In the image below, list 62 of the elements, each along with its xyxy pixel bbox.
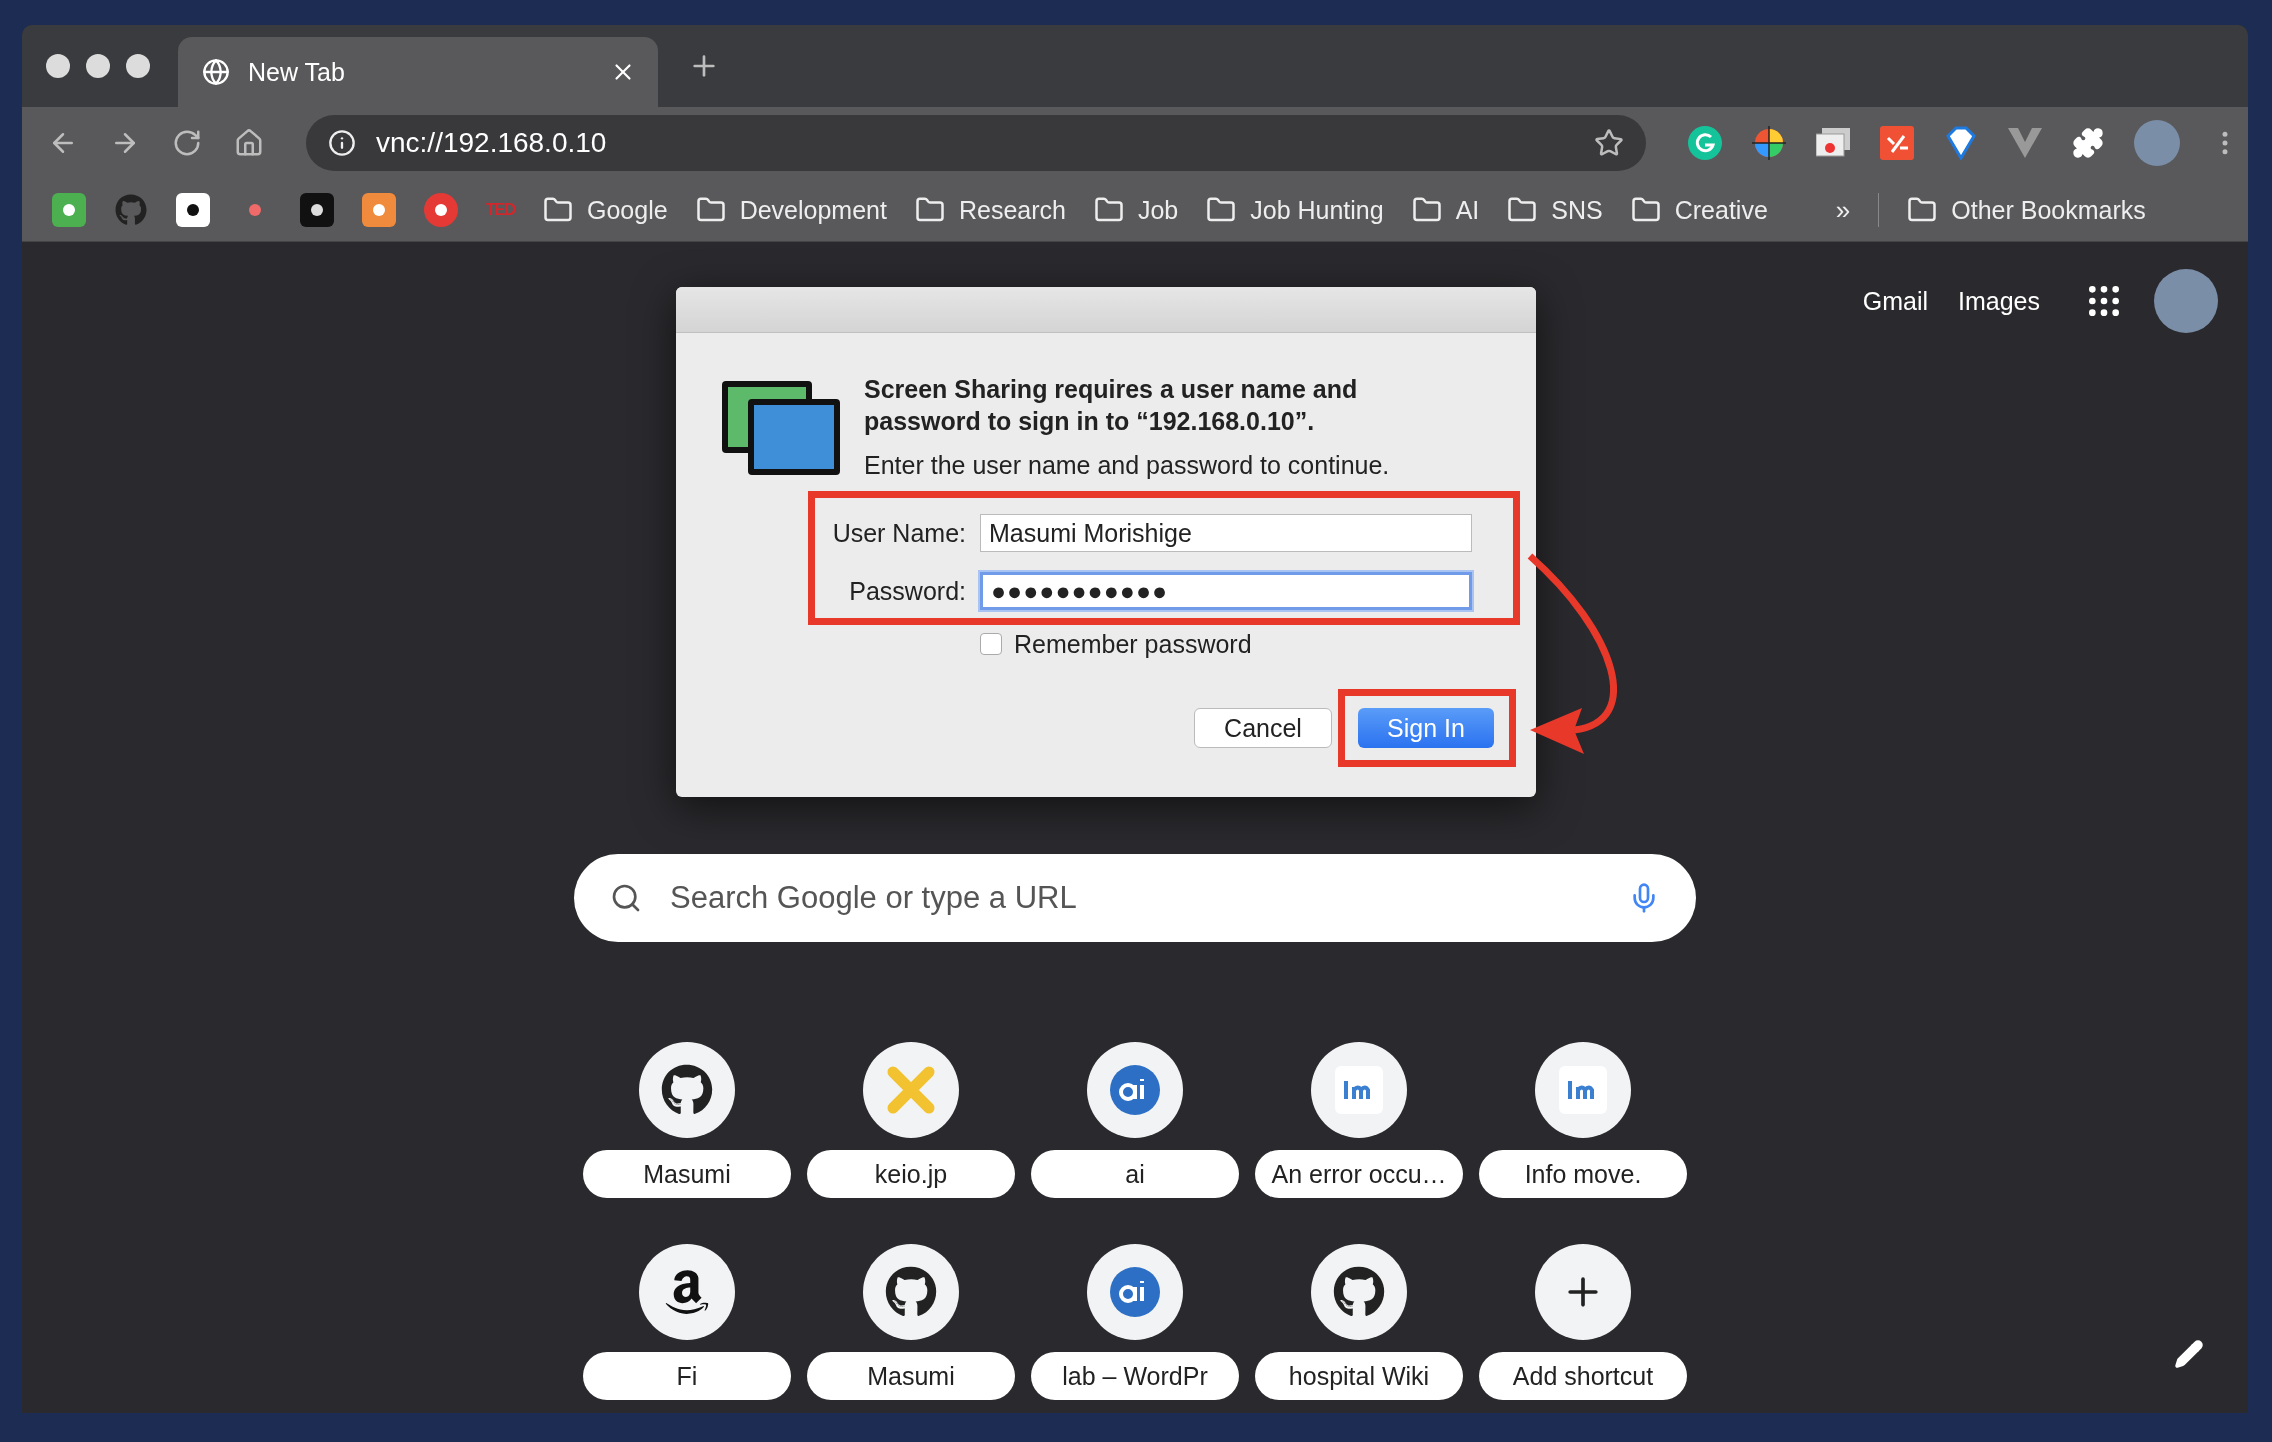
bookmark-folder[interactable]: Other Bookmarks (1907, 195, 2146, 225)
bookmark-folder[interactable]: SNS (1507, 195, 1603, 225)
puzzle-icon[interactable] (2072, 127, 2104, 159)
github-icon (1333, 1266, 1385, 1318)
search-input[interactable]: Search Google or type a URL (668, 879, 1602, 917)
bookmark-folder[interactable]: Research (914, 195, 1066, 225)
dialog-title: Screen Sharing requires a user name and password to sign in to “192.168.0.10”. (864, 374, 1359, 437)
github-icon (661, 1064, 713, 1116)
input-field[interactable]: Masumi Morishige (980, 514, 1472, 552)
checkbox[interactable] (980, 633, 1002, 655)
shortcut-label[interactable]: Info move. (1479, 1150, 1687, 1198)
header-link[interactable]: Images (1958, 286, 2040, 316)
im-logo-icon (1335, 1066, 1383, 1114)
bookmark-folder[interactable]: AI (1411, 195, 1480, 225)
github-icon (885, 1266, 937, 1318)
search-icon (610, 882, 642, 914)
im-logo-icon (1559, 1066, 1607, 1114)
shortcut-label[interactable]: lab – WordPr (1031, 1352, 1239, 1400)
url-text: vnc://192.168.0.10 (376, 127, 608, 159)
windows-icon[interactable] (1816, 128, 1850, 158)
shortcut-label[interactable]: Add shortcut (1479, 1352, 1687, 1400)
browser-tab[interactable]: New Tab (178, 37, 658, 107)
shortcut-label[interactable]: Masumi (583, 1150, 791, 1198)
ai-logo-icon (1110, 1267, 1160, 1317)
zoom-window-button[interactable] (126, 54, 150, 78)
close-window-button[interactable] (46, 54, 70, 78)
header-link[interactable]: Gmail (1862, 286, 1928, 316)
address-bar[interactable]: vnc://192.168.0.10 (306, 115, 1646, 171)
star-icon[interactable] (1594, 128, 1624, 158)
bookmark-folder[interactable]: Job Hunting (1206, 195, 1384, 225)
shortcut-label[interactable]: keio.jp (807, 1150, 1015, 1198)
search-bar[interactable]: Search Google or type a URL (574, 854, 1696, 942)
shortcut-label[interactable]: Masumi (807, 1352, 1015, 1400)
percent-tile-icon[interactable] (1880, 126, 1914, 160)
tab-title: New Tab (248, 57, 346, 87)
reload-icon[interactable] (172, 128, 202, 158)
info-icon (328, 129, 356, 157)
input-field[interactable]: ●●●●●●●●●●● (980, 572, 1472, 610)
home-icon[interactable] (234, 128, 264, 158)
sign-in-button[interactable]: Sign In (1358, 708, 1494, 748)
checkbox-label: Remember password (1014, 630, 1252, 658)
diamond-icon[interactable] (1944, 126, 1978, 160)
bookmark-folder[interactable]: Google (543, 195, 668, 225)
v-logo-icon[interactable] (2008, 128, 2042, 158)
field-label: Password: (848, 576, 966, 606)
pencil-icon[interactable] (2174, 1339, 2204, 1369)
color-wheel-icon[interactable] (1752, 126, 1786, 160)
more-bookmarks-chevron[interactable]: » (1835, 194, 1851, 226)
cancel-button[interactable]: Cancel (1194, 708, 1332, 748)
bookmark-folder[interactable]: Development (695, 195, 887, 225)
bookmark-folder[interactable]: Creative (1630, 195, 1768, 225)
g-letter-icon[interactable] (1688, 126, 1722, 160)
shortcut-label[interactable]: Fi (583, 1352, 791, 1400)
field-label: User Name: (831, 518, 966, 548)
bookmark-folder[interactable]: Job (1093, 195, 1179, 225)
shortcut-label[interactable]: An error occu… (1255, 1150, 1463, 1198)
globe-icon (202, 58, 230, 86)
ai-logo-icon (1110, 1065, 1160, 1115)
dialog-message: Enter the user name and password to continue. (864, 451, 1391, 480)
minimize-window-button[interactable] (86, 54, 110, 78)
shortcut-label[interactable]: ai (1031, 1150, 1239, 1198)
shortcut-label[interactable]: hospital Wiki (1255, 1352, 1463, 1400)
